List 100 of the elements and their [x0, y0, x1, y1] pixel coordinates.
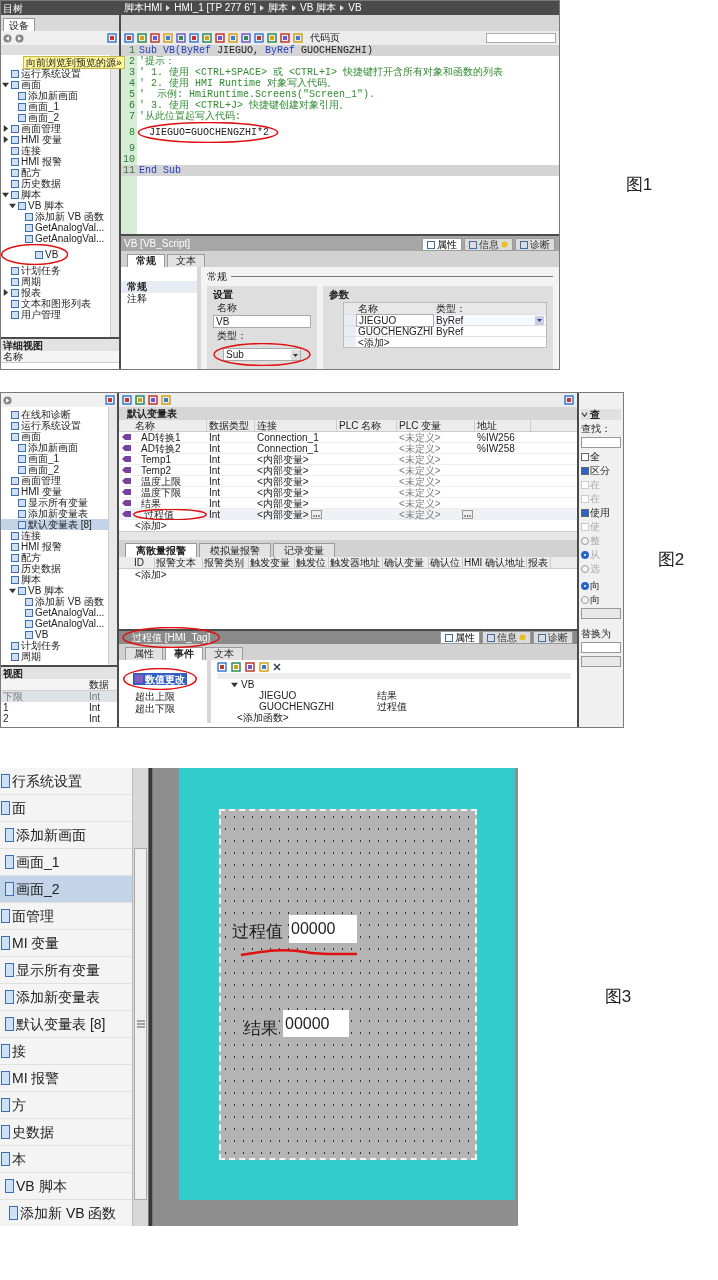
tree-item[interactable]: 添加新 VB 函数	[1, 596, 108, 607]
tree-item[interactable]: 本	[0, 1146, 132, 1173]
tree-item[interactable]: VB 脚本	[1, 585, 108, 596]
tool-icon[interactable]	[202, 32, 212, 43]
tree-item[interactable]: 史数据	[0, 1119, 132, 1146]
close-icon[interactable]	[273, 662, 281, 671]
checkbox[interactable]	[581, 466, 589, 475]
inspector-tab[interactable]: 属性	[422, 238, 462, 251]
table-row[interactable]: AD转换1 Int Connection_1 <未定义> %IW256	[119, 432, 577, 443]
tab[interactable]: 文本	[205, 647, 243, 660]
tree-item[interactable]: 画面管理	[1, 475, 108, 486]
tree-item[interactable]: 显示所有变量	[0, 957, 132, 984]
breadcrumb-item[interactable]: 脚本	[268, 2, 289, 14]
tree-item[interactable]: 周期	[1, 651, 108, 662]
tree-item[interactable]: 连接	[1, 145, 110, 156]
tree-item[interactable]: 显示所有变量	[1, 497, 108, 508]
inspector-tab[interactable]: 属性	[440, 631, 480, 644]
tree-item[interactable]: 运行系统设置	[1, 420, 108, 431]
expand-arrow-icon[interactable]	[2, 81, 9, 88]
expand-arrow-icon[interactable]	[2, 289, 9, 296]
tree-item[interactable]: 面	[0, 795, 132, 822]
replace-button[interactable]	[581, 656, 621, 667]
table-row[interactable]: 温度下限 Int <内部变量> <未定义>	[119, 487, 577, 498]
checkbox[interactable]	[581, 452, 589, 461]
tree-item[interactable]: 添加新画面	[1, 90, 110, 101]
tree-item[interactable]: 脚本	[1, 574, 108, 585]
add-row[interactable]: <添加函数>	[237, 712, 289, 723]
tree-item[interactable]: 画面	[1, 79, 110, 90]
tab[interactable]: 常规	[127, 254, 165, 267]
tab[interactable]: 属性	[125, 647, 163, 660]
tree-item[interactable]: VB 脚本	[1, 200, 110, 211]
tree-item[interactable]: 画面_2	[0, 876, 132, 903]
expand-arrow-icon[interactable]	[2, 136, 9, 143]
scrollbar[interactable]	[108, 407, 117, 665]
inspector-tab[interactable]: 诊断	[533, 631, 573, 644]
tree-item[interactable]: 接	[0, 1038, 132, 1065]
input-field[interactable]	[581, 642, 621, 653]
tool-icon[interactable]	[259, 661, 269, 672]
tool-icon[interactable]	[105, 395, 115, 405]
breadcrumb-item[interactable]: VB	[348, 2, 362, 14]
dropdown[interactable]: Sub	[223, 348, 301, 361]
tree-item[interactable]: HMI 变量	[1, 134, 110, 145]
tool-icon[interactable]	[215, 32, 225, 43]
find-button[interactable]	[581, 608, 621, 619]
inspector-tab[interactable]: 信息	[464, 238, 513, 251]
expand-arrow-icon[interactable]	[9, 202, 16, 209]
expand-arrow-icon[interactable]	[2, 191, 9, 198]
table-row[interactable]: 1 Int	[1, 702, 117, 713]
tool-icon[interactable]	[163, 32, 173, 43]
table-row[interactable]: 过程值 Int <内部变量> <未定义>	[119, 509, 577, 520]
tool-icon[interactable]	[241, 32, 251, 43]
table-row[interactable]: Temp1 Int <内部变量> <未定义>	[119, 454, 577, 465]
back-icon[interactable]	[3, 33, 12, 43]
tree-item[interactable]: 文本和图形列表	[1, 298, 110, 309]
checkbox[interactable]	[581, 508, 589, 517]
tree-item[interactable]: MI 报警	[0, 1065, 132, 1092]
tree-item[interactable]: 画面_2	[1, 464, 108, 475]
function-row[interactable]: VB	[217, 679, 571, 690]
io-field[interactable]: 00000	[289, 915, 357, 943]
tool-icon[interactable]	[231, 661, 241, 672]
breadcrumb-item[interactable]: VB 脚本	[300, 2, 337, 14]
tree-item[interactable]: 方	[0, 1092, 132, 1119]
forward-icon[interactable]	[15, 33, 24, 43]
tree-item[interactable]: 报表	[1, 287, 110, 298]
inspector-tab[interactable]: 信息	[482, 631, 531, 644]
tree-item[interactable]: 行系统设置	[0, 768, 132, 795]
tree-item[interactable]: 添加新变量表	[0, 984, 132, 1011]
tree-item[interactable]: 默认变量表 [8]	[0, 1011, 132, 1038]
tree-item[interactable]: 添加新变量表	[1, 508, 108, 519]
table-row[interactable]: 温度上限 Int <内部变量> <未定义>	[119, 476, 577, 487]
tree-item[interactable]: 面管理	[0, 903, 132, 930]
tree-item[interactable]: 画面_2	[1, 112, 110, 123]
breadcrumb-item[interactable]: HMI_1 [TP 277 6"]	[174, 2, 257, 14]
tree-item[interactable]: 默认变量表 [8]	[1, 519, 108, 530]
tool-icon[interactable]	[124, 32, 134, 43]
browse-button[interactable]	[310, 509, 322, 519]
tree-item[interactable]: 添加新画面	[1, 442, 108, 453]
expand-arrow-icon[interactable]	[9, 587, 16, 594]
tree-item[interactable]: 配方	[1, 552, 108, 563]
tool-icon[interactable]	[161, 395, 171, 405]
tab[interactable]: 模拟量报警	[199, 543, 271, 557]
input-field[interactable]: VB	[213, 315, 311, 328]
tree-item[interactable]: 画面	[1, 431, 108, 442]
tool-icon[interactable]	[217, 661, 227, 672]
tool-icon[interactable]	[135, 395, 145, 405]
scrollbar[interactable]	[119, 531, 577, 540]
tree-item[interactable]: 添加新画面	[0, 822, 132, 849]
table-cell[interactable]: 过程值	[142, 508, 198, 520]
dropdown[interactable]	[486, 32, 556, 43]
expand-arrow-icon[interactable]	[2, 125, 9, 132]
add-row[interactable]: <添加>	[133, 520, 169, 531]
tool-icon[interactable]	[280, 32, 290, 43]
table-row[interactable]: JIEGUO ByRef	[344, 314, 546, 325]
tree-item[interactable]: 连接	[1, 530, 108, 541]
tree-item[interactable]: 历史数据	[1, 178, 110, 189]
tool-icon[interactable]	[176, 32, 186, 43]
tree-item[interactable]: 用户管理	[1, 309, 110, 320]
tool-icon[interactable]	[564, 395, 574, 405]
tree-item[interactable]: 画面_1	[1, 453, 108, 464]
dropdown-arrow-icon[interactable]	[535, 315, 544, 325]
